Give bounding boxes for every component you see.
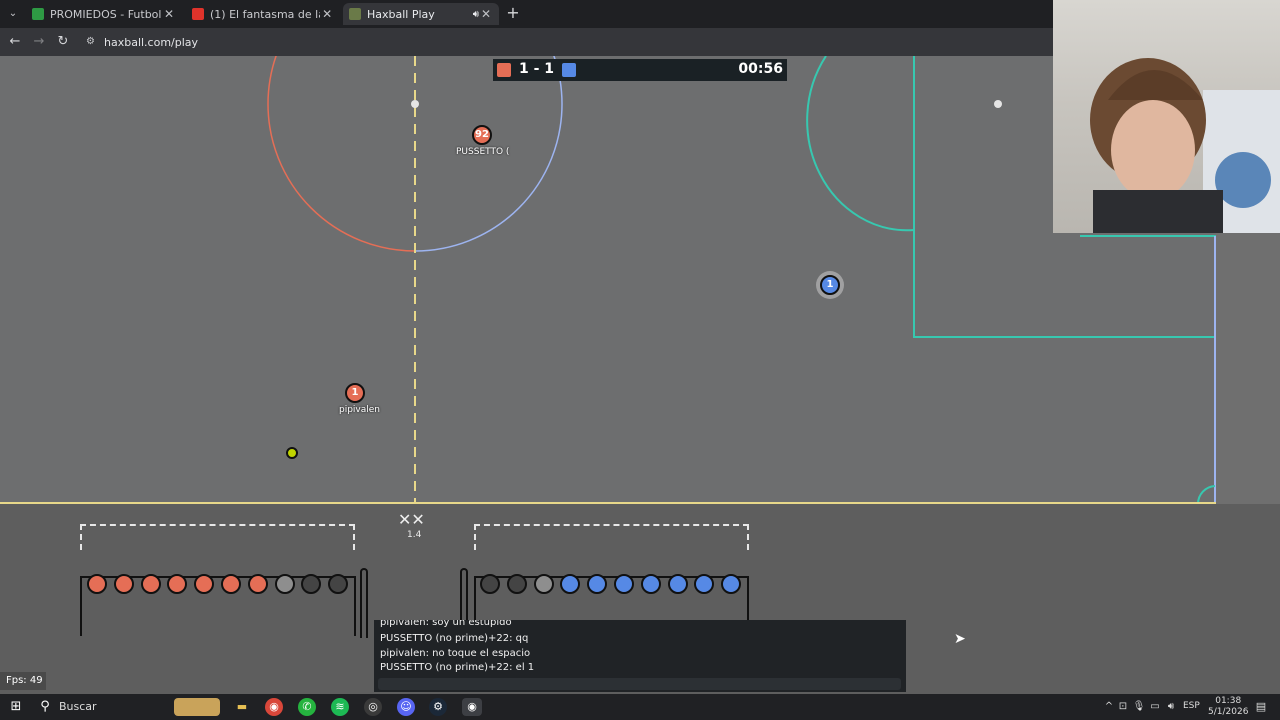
chat-message: pipivalen: no toque el espacio — [380, 648, 531, 659]
clock-date: 5/1/2026 — [1208, 707, 1249, 717]
widget-image-icon[interactable] — [174, 698, 220, 716]
bench-slot-red — [140, 574, 161, 594]
bench-slot-blue — [667, 574, 688, 594]
blue-team-square — [562, 63, 576, 77]
blue-bench — [460, 524, 750, 638]
bench-slot-blue — [587, 574, 608, 594]
bench-slot-dark — [506, 574, 527, 594]
bench-slot-red — [87, 574, 107, 594]
steam-icon[interactable]: ⚙︎ — [429, 698, 447, 716]
mouse-cursor-icon: ➤ — [954, 631, 966, 647]
webcam-overlay — [1053, 0, 1280, 233]
site-info-icon[interactable]: ⚙︎ — [86, 36, 98, 48]
forward-arrow-icon[interactable]: → — [31, 34, 47, 50]
corner-arc — [1196, 485, 1216, 504]
bench-slot-blue — [560, 574, 581, 594]
volume-icon[interactable]: 🔊︎ — [1162, 698, 1180, 716]
red-team-square — [497, 63, 511, 77]
chat-message: PUSSETTO (no prime)+22: el 1 — [380, 662, 535, 673]
player-name: pipivalen — [339, 405, 381, 415]
bench-slot-dark — [301, 574, 322, 594]
obs-icon[interactable]: ◎ — [364, 698, 382, 716]
bench-slot-red — [113, 574, 134, 594]
player-red-92: 92 — [472, 125, 492, 145]
chrome-active-icon[interactable]: ◉ — [462, 698, 482, 716]
player-red-1: 1 — [345, 383, 365, 403]
close-tab-icon[interactable]: ✕ — [479, 7, 493, 21]
tab-title: PROMIEDOS - Futbol Argentino — [50, 7, 162, 21]
close-tab-icon[interactable]: ✕ — [162, 7, 176, 21]
tab-title: (1) El fantasma de la B está lleg — [210, 7, 320, 21]
penalty-spot — [994, 100, 1002, 108]
bench-slot-dark — [480, 574, 500, 594]
windows-taskbar: ⊞ ⚲ Buscar ▬ ◉ ✆ ≋ ◎ ☺ ⚙︎ ◉ ^ ⊡ 🎙︎ ▭ 🔊︎ … — [0, 694, 1280, 720]
score: 1 - 1 — [519, 61, 555, 77]
discord-icon[interactable]: ☺ — [397, 698, 415, 716]
match-timer: 00:56 — [738, 61, 783, 77]
ball — [286, 447, 298, 459]
bench-slot-red — [167, 574, 188, 594]
chat-input[interactable] — [378, 678, 901, 690]
chat-message: PUSSETTO (no prime)+22: qq — [380, 633, 529, 644]
chrome-icon[interactable]: ◉ — [265, 698, 283, 716]
red-bench — [80, 524, 370, 638]
notification-icon[interactable]: ▤ — [1252, 698, 1270, 716]
tab-title: Haxball Play — [367, 7, 435, 21]
center-post — [411, 100, 419, 108]
close-tab-icon[interactable]: ✕ — [320, 7, 334, 21]
youtube-favicon-icon — [192, 8, 204, 20]
streamer-silhouette — [1090, 58, 1280, 233]
new-tab-button[interactable]: + — [505, 4, 521, 22]
red-bench-frame — [80, 524, 355, 550]
speed-value: 1.4 — [407, 530, 422, 540]
chat-message: pipivalen: soy un estúpido — [380, 620, 512, 628]
reload-icon[interactable]: ↻ — [55, 34, 71, 50]
center-circle-red-half — [267, 56, 416, 252]
spotify-icon[interactable]: ≋ — [331, 698, 349, 716]
bench-slot-blue — [721, 574, 742, 594]
bench-slot-gray — [533, 574, 554, 594]
bench-slot-red — [194, 574, 215, 594]
fps-counter: Fps: 49 — [0, 672, 46, 690]
blue-bench-frame — [474, 524, 749, 550]
windows-start-icon[interactable]: ⊞ — [7, 698, 25, 716]
tab-haxball[interactable]: Haxball Play 🔊︎ ✕ — [343, 3, 499, 25]
keyboard-language[interactable]: ESP — [1183, 701, 1200, 711]
clock-time: 01:38 — [1215, 696, 1242, 706]
player-blue-1-self: 1 — [820, 275, 840, 295]
bench-slot-red — [247, 574, 268, 594]
bench-slot-gray — [274, 574, 295, 594]
haxball-favicon-icon — [349, 8, 361, 20]
file-explorer-icon[interactable]: ▬ — [233, 698, 251, 716]
bench-slot-blue — [640, 574, 661, 594]
taskbar-search[interactable]: Buscar — [59, 700, 97, 713]
chat-box: pipivalen: soy un estúpido PUSSETTO (no … — [374, 620, 906, 692]
scoreboard: 1 - 1 00:56 — [493, 59, 787, 81]
clock[interactable]: 01:38 5/1/2026 — [1208, 696, 1248, 718]
search-icon[interactable]: ⚲ — [36, 698, 54, 716]
address-bar[interactable]: haxball.com/play — [104, 36, 198, 49]
whatsapp-icon[interactable]: ✆ — [298, 698, 316, 716]
tab-promiedos[interactable]: PROMIEDOS - Futbol Argentino ✕ — [26, 3, 182, 25]
bench-slot-blue — [694, 574, 715, 594]
bench-slot-dark — [328, 574, 349, 594]
promiedos-favicon-icon — [32, 8, 44, 20]
speed-icon: ✕✕ — [398, 510, 425, 529]
player-name: PUSSETTO ( — [456, 147, 510, 157]
tab-youtube[interactable]: (1) El fantasma de la B está lleg ✕ — [186, 3, 340, 25]
bench-slot-blue — [614, 574, 634, 594]
tab-search-chevron-icon[interactable]: ⌄ — [5, 6, 21, 22]
back-arrow-icon[interactable]: ← — [7, 34, 23, 50]
bench-slot-red — [221, 574, 241, 594]
penalty-arc — [806, 56, 915, 232]
